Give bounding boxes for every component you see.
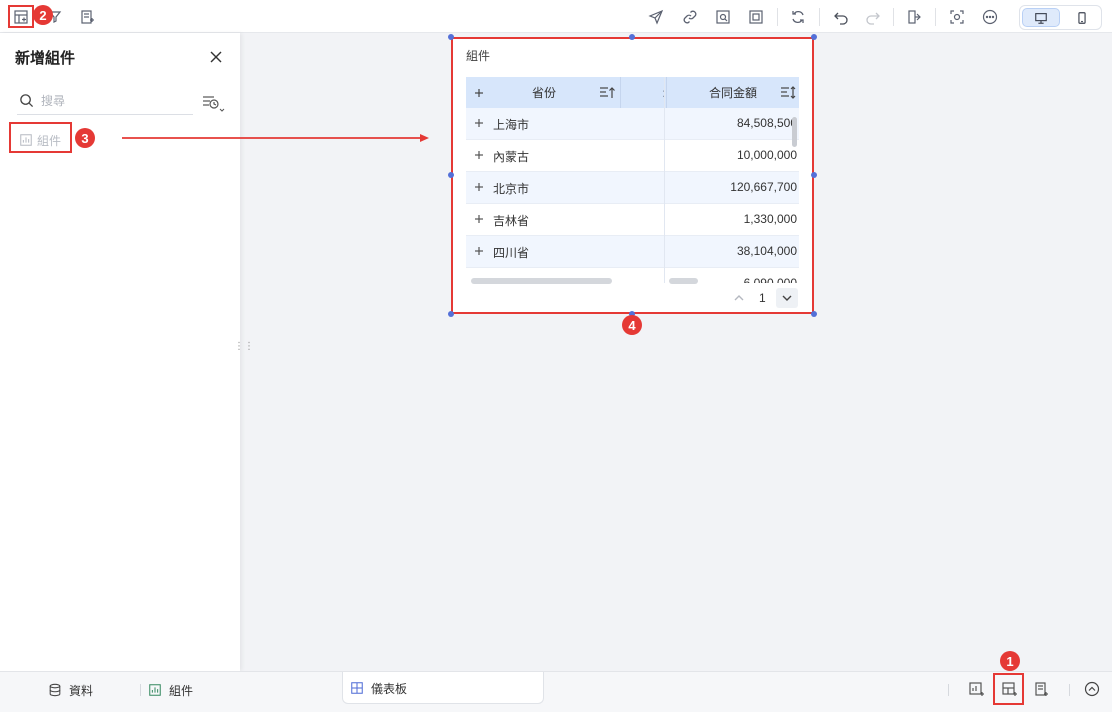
desktop-icon [1035,12,1047,24]
search-input[interactable] [41,91,191,111]
add-component-icon[interactable] [967,680,985,698]
send-icon[interactable] [647,8,665,26]
add-report-icon[interactable] [1032,680,1050,698]
dashboard-icon [351,682,363,694]
drag-arrow [122,134,429,142]
more-icon[interactable] [981,8,999,26]
tab-dashboard-label: 儀表板 [371,681,408,696]
add-report-icon[interactable] [78,8,96,26]
highlight-box-add-dashboard [993,673,1024,705]
link-icon[interactable] [681,8,699,26]
collapse-icon[interactable] [1083,680,1101,698]
undo-icon[interactable] [832,8,850,26]
chart-icon [149,684,161,696]
redo-icon[interactable] [864,8,882,26]
step-badge-3: 3 [75,128,95,148]
layout-icon[interactable] [747,8,765,26]
close-icon[interactable] [208,49,224,65]
database-icon [49,683,61,697]
toolbar-divider [948,684,949,696]
step-badge-1: 1 [1000,651,1020,671]
highlight-box-add-component [8,5,34,28]
highlight-box-widget [451,37,814,314]
bottom-bar: 資料 組件 儀表板 [0,671,1112,712]
step-badge-4: 4 [622,315,642,335]
tab-dashboard[interactable]: 儀表板 [342,672,544,704]
toolbar-divider [1069,684,1070,696]
tab-data-label: 資料 [69,683,94,698]
refresh-icon[interactable] [789,8,807,26]
panel-title: 新增組件 [15,50,76,67]
preview-icon[interactable] [714,8,732,26]
export-icon[interactable] [906,8,924,26]
search-icon [19,93,34,108]
resize-handle[interactable] [448,34,454,40]
tab-data[interactable]: 資料 [48,681,93,699]
resize-handle[interactable] [448,311,454,317]
resize-handle[interactable] [629,34,635,40]
resize-handle[interactable] [811,172,817,178]
search-box [17,90,193,115]
desktop-mode-button[interactable] [1022,8,1060,27]
toolbar-divider [893,8,894,26]
filter-history-icon[interactable] [201,93,225,113]
toolbar-divider [935,8,936,26]
tab-components-label: 組件 [169,683,194,698]
resize-handle[interactable] [811,311,817,317]
tab-divider [140,684,141,696]
step-badge-2: 2 [33,5,53,25]
resize-handle[interactable] [448,172,454,178]
tab-dashboard-inner: 儀表板 [350,679,407,697]
highlight-box-component-item [9,122,72,153]
toolbar-divider [819,8,820,26]
panel-resize-handle[interactable]: ⋮⋮ [234,342,254,360]
mobile-mode-button[interactable] [1063,8,1101,27]
top-toolbar [0,0,1112,33]
screenshot-icon[interactable] [948,8,966,26]
mobile-icon [1078,11,1086,24]
toolbar-divider [777,8,778,26]
device-switcher [1019,5,1102,30]
tab-components[interactable]: 組件 [148,681,193,699]
resize-handle[interactable] [811,34,817,40]
